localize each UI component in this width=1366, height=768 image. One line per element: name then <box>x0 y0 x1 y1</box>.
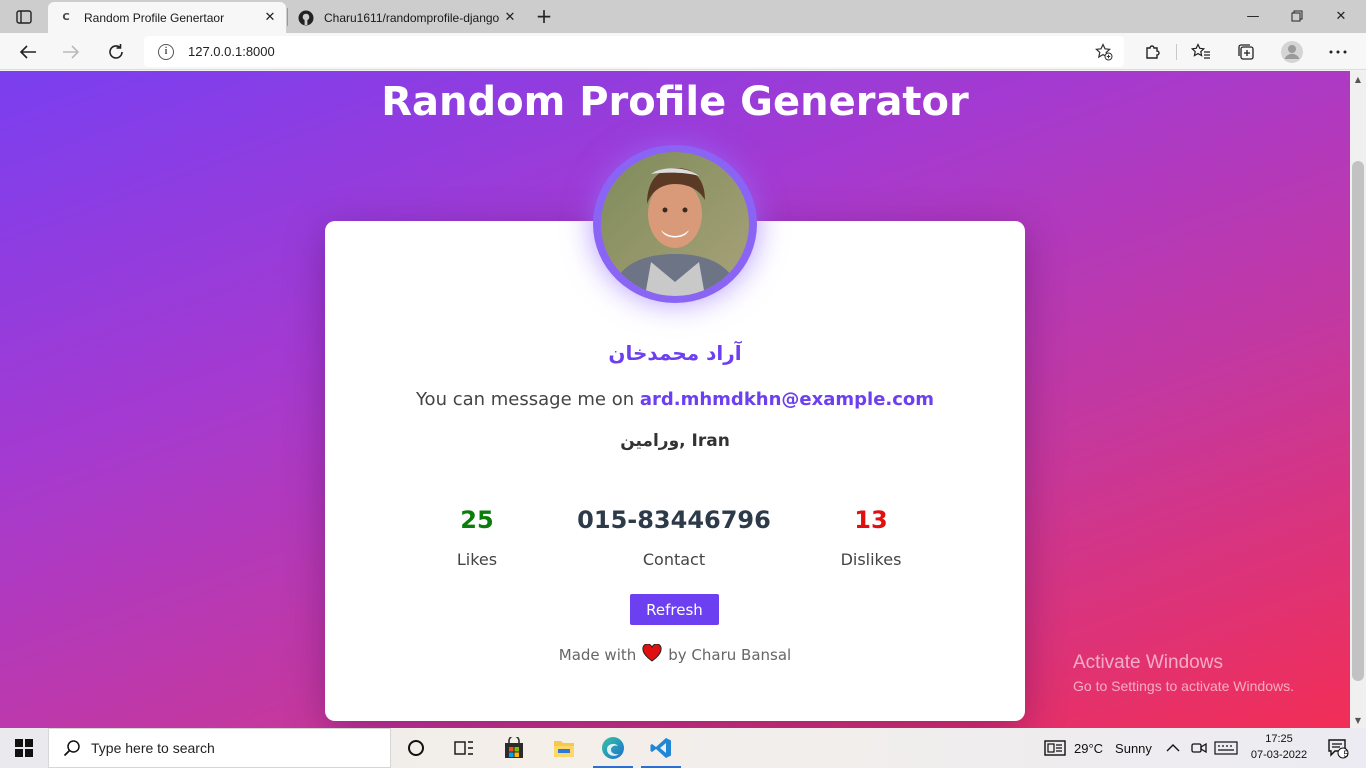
back-arrow-icon[interactable] <box>14 38 42 66</box>
footer-credit: Made with by Charu Bansal <box>325 643 1025 666</box>
site-info-icon[interactable]: i <box>158 43 174 60</box>
email-link[interactable]: ard.mhmdkhn@example.com <box>640 389 934 410</box>
avatar-ring <box>593 145 757 303</box>
reload-icon[interactable] <box>102 38 130 66</box>
scroll-up-arrow-icon[interactable]: ▲ <box>1350 71 1366 87</box>
dislikes-label: Dislikes <box>840 550 902 569</box>
address-bar: i 127.0.0.1:8000 <box>0 33 1366 70</box>
tab-title: Charu1611/randomprofile-django <box>324 10 500 25</box>
extensions-puzzle-icon[interactable] <box>1139 38 1167 66</box>
scroll-thumb[interactable] <box>1352 161 1364 681</box>
likes-value: 25 <box>460 506 494 534</box>
tab-actions-icon[interactable] <box>10 7 38 27</box>
add-favorite-star-icon[interactable] <box>1094 42 1114 62</box>
message-line: You can message me on ard.mhmdkhn@exampl… <box>325 389 1025 410</box>
clock-time: 17:25 <box>1265 733 1293 745</box>
new-tab-plus-icon[interactable]: + <box>533 5 555 27</box>
restore-icon[interactable] <box>1274 4 1320 28</box>
weather-icon <box>1044 740 1066 756</box>
dislikes-value: 13 <box>854 506 888 534</box>
url-field[interactable]: i 127.0.0.1:8000 <box>144 36 1124 67</box>
contact-stat: 015-83446796 Contact <box>574 506 774 569</box>
clock-date: 07-03-2022 <box>1250 749 1308 761</box>
tab-favicon: C <box>62 12 70 23</box>
meet-now-icon[interactable] <box>1191 728 1207 768</box>
windows-start-icon[interactable] <box>0 728 48 768</box>
heart-icon <box>642 643 662 666</box>
close-tab-icon[interactable]: ✕ <box>260 8 280 28</box>
tab-github[interactable]: Charu1611/randomprofile-django ✕ <box>288 2 526 33</box>
store-icon[interactable] <box>490 728 538 768</box>
edge-icon[interactable] <box>589 728 637 768</box>
vscode-icon[interactable] <box>637 728 685 768</box>
favorites-icon[interactable] <box>1187 38 1215 66</box>
profile-name: آراد محمدخان <box>608 341 742 365</box>
weather-temp: 29°C <box>1074 740 1104 756</box>
search-icon <box>63 739 81 757</box>
profile-location: ورامین, Iran <box>620 431 730 451</box>
scroll-down-arrow-icon[interactable]: ▼ <box>1350 712 1366 728</box>
message-prefix: You can message me on <box>415 389 635 410</box>
toolbar-divider <box>1176 44 1177 60</box>
page-scrollbar[interactable]: ▲ ▼ <box>1350 71 1366 728</box>
weather-widget[interactable]: 29°C Sunny <box>1044 728 1152 768</box>
cortana-icon[interactable] <box>392 728 440 768</box>
tab-random-profile[interactable]: C Random Profile Genertaor ✕ <box>48 2 286 33</box>
windows-taskbar: Type here to search 29°C Sunny 17:25 07-… <box>0 728 1366 768</box>
file-explorer-icon[interactable] <box>540 728 588 768</box>
likes-label: Likes <box>456 550 498 569</box>
close-tab-icon[interactable]: ✕ <box>500 8 520 28</box>
show-hidden-icons-chevron-icon[interactable] <box>1166 728 1180 768</box>
collections-icon[interactable] <box>1232 38 1260 66</box>
footer-suffix: by Charu Bansal <box>668 646 792 664</box>
notification-center-icon[interactable]: 5 <box>1318 728 1358 768</box>
likes-stat: 25 Likes <box>377 506 577 569</box>
forward-arrow-icon[interactable] <box>57 38 85 66</box>
footer-prefix: Made with <box>558 646 637 664</box>
taskbar-search-field[interactable]: Type here to search <box>48 728 391 768</box>
avatar <box>601 152 749 296</box>
search-placeholder: Type here to search <box>91 740 215 756</box>
tab-title: Random Profile Genertaor <box>84 10 225 25</box>
page-title: Random Profile Generator <box>381 79 969 125</box>
page-viewport: Random Profile Generator آراد محمدخان Yo… <box>0 71 1350 728</box>
minimize-icon[interactable]: — <box>1230 4 1276 28</box>
close-window-icon[interactable]: ✕ <box>1318 4 1364 28</box>
activate-windows-watermark: Activate Windows Go to Settings to activ… <box>1073 652 1294 694</box>
contact-value: 015-83446796 <box>577 506 771 534</box>
url-text: 127.0.0.1:8000 <box>188 44 275 59</box>
keyboard-icon[interactable] <box>1214 728 1238 768</box>
dislikes-stat: 13 Dislikes <box>771 506 971 569</box>
watermark-subtitle: Go to Settings to activate Windows. <box>1073 678 1294 694</box>
system-clock[interactable]: 17:25 07-03-2022 <box>1244 731 1314 763</box>
tab-bar: C Random Profile Genertaor ✕ Charu1611/r… <box>0 0 1366 33</box>
notification-count: 5 <box>1343 749 1349 759</box>
profile-avatar-icon[interactable] <box>1278 38 1306 66</box>
weather-condition: Sunny <box>1115 740 1152 756</box>
contact-label: Contact <box>642 550 706 569</box>
watermark-title: Activate Windows <box>1073 652 1223 673</box>
task-view-icon[interactable] <box>440 728 488 768</box>
more-options-icon[interactable] <box>1324 38 1352 66</box>
refresh-button[interactable]: Refresh <box>630 594 719 625</box>
github-icon <box>298 10 314 26</box>
